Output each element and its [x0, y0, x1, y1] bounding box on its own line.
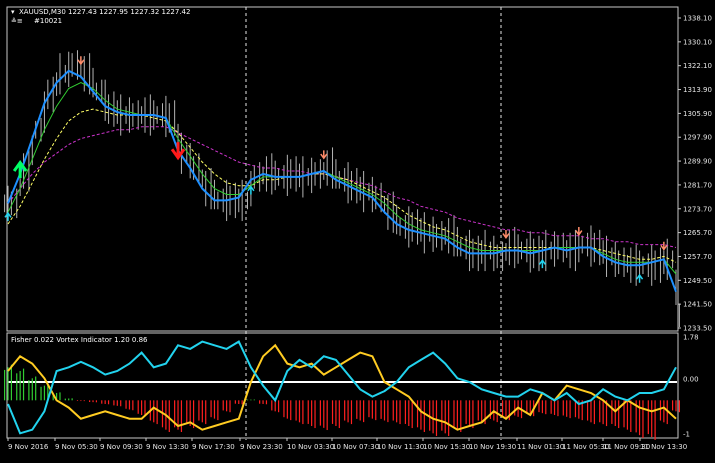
price-axis: 1338.10 1330.10 1322.10 1313.90 1305.90 1297.…: [678, 15, 712, 333]
time-tick-label: 10 Nov 03:30: [287, 443, 334, 451]
main-panel-frame: [6, 6, 679, 332]
vortex-lines: [7, 340, 677, 435]
price-tick-label: 1289.90: [683, 158, 712, 166]
time-tick-label: 11 Nov 13:30: [640, 443, 687, 451]
time-tick-label: 9 Nov 05:30: [55, 443, 98, 451]
indicator-tick-label: 1.78: [683, 334, 699, 342]
indicator-tick-label: 0.00: [683, 376, 699, 384]
arrow-down-icon: [320, 150, 328, 160]
price-tick-label: 1322.10: [683, 62, 712, 70]
sub-panel-frame: [6, 332, 679, 439]
time-tick-label: 9 Nov 17:30: [192, 443, 235, 451]
price-tick-label: 1257.70: [683, 253, 712, 261]
symbol-title: XAUUSD,M30: [19, 8, 66, 16]
time-tick-label: 9 Nov 23:30: [240, 443, 283, 451]
time-tick-label: 9 Nov 13:30: [146, 443, 189, 451]
time-tick-label: 10 Nov 19:30: [469, 443, 516, 451]
price-tick-label: 1313.90: [683, 86, 712, 94]
time-axis: 9 Nov 2016 9 Nov 05:30 9 Nov 09:30 9 Nov 13…: [7, 438, 687, 451]
ohlc-values: 1227.43 1227.95 1227.32 1227.42: [68, 8, 190, 16]
arrow-up-icon: [538, 258, 547, 269]
time-tick-label: 9 Nov 09:30: [100, 443, 143, 451]
indicator-tick-label: -1: [683, 431, 690, 439]
arrow-up-icon: [635, 273, 644, 283]
arrow-down-icon: [660, 241, 668, 251]
price-tick-label: 1330.10: [683, 38, 712, 46]
price-tick-label: 1249.50: [683, 277, 712, 285]
arrow-down-icon: [502, 229, 510, 240]
price-tick-label: 1305.90: [683, 110, 712, 118]
long-ma-line: [7, 126, 677, 248]
arrow-down-icon: [77, 56, 85, 66]
price-tick-label: 1233.50: [683, 325, 712, 333]
price-bars: [4, 50, 680, 328]
time-tick-label: 9 Nov 2016: [8, 443, 49, 451]
arrow-up-icon: [4, 211, 12, 221]
indicator-axis: 1.78 0.00 -1: [683, 334, 699, 439]
account-label: #10021: [34, 17, 62, 25]
price-tick-label: 1241.50: [683, 301, 712, 309]
price-tick-label: 1338.10: [683, 15, 712, 23]
price-tick-label: 1265.70: [683, 229, 712, 237]
time-tick-label: 10 Nov 15:30: [423, 443, 470, 451]
arrow-up-icon: [12, 159, 28, 179]
time-tick-label: 11 Nov 01:30: [517, 443, 564, 451]
account-icon: ≗≡: [11, 17, 23, 25]
price-tick-label: 1273.70: [683, 205, 712, 213]
price-tick-label: 1297.90: [683, 134, 712, 142]
price-chart[interactable]: ▾ XAUUSD,M30 1227.43 1227.95 1227.32 122…: [0, 0, 715, 459]
price-tick-label: 1281.70: [683, 181, 712, 189]
arrow-down-icon: [575, 226, 583, 237]
sub-window-title: Fisher 0.022 Vortex Indicator 1.20 0.86: [11, 336, 148, 344]
chart-window[interactable]: ▾ XAUUSD,M30 1227.43 1227.95 1227.32 122…: [0, 0, 715, 459]
collapse-icon[interactable]: ▾: [11, 8, 15, 16]
time-tick-label: 10 Nov 11:30: [377, 443, 424, 451]
time-tick-label: 10 Nov 07:30: [332, 443, 379, 451]
